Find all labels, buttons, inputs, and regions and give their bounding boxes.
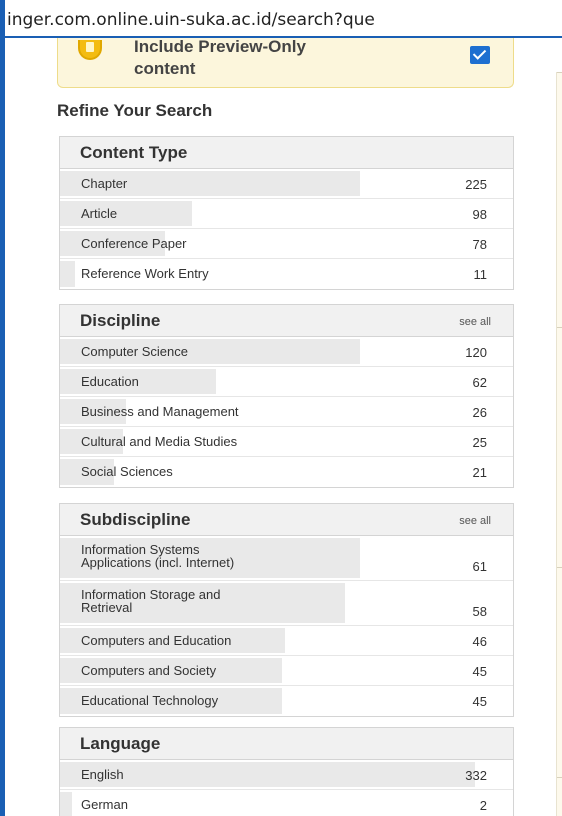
facet-item-german[interactable]: German 2 bbox=[60, 790, 513, 816]
preview-only-label: Include Preview-Only content bbox=[134, 37, 306, 78]
facet-item-label: Computers and Education bbox=[81, 633, 232, 648]
facet-header: Subdiscipline see all bbox=[60, 504, 513, 536]
facet-item-count: 45 bbox=[472, 694, 487, 709]
facet-title: Discipline bbox=[80, 311, 161, 330]
facet-item-label: Reference Work Entry bbox=[81, 266, 209, 281]
facet-item-label: Business and Management bbox=[81, 404, 239, 419]
facet-title: Content Type bbox=[80, 143, 188, 162]
preview-only-panel: Include Preview-Only content bbox=[57, 37, 514, 88]
facet-item-count: 61 bbox=[472, 559, 487, 574]
browser-frame-edge bbox=[0, 0, 5, 816]
facet-item-label: German bbox=[81, 797, 128, 812]
facet-item-count: 11 bbox=[473, 267, 488, 282]
facet-item-count: 62 bbox=[472, 375, 487, 390]
facet-item-computers-and-education[interactable]: Computers and Education 46 bbox=[60, 626, 513, 656]
facet-item-label: Information Systems Applications (incl. … bbox=[81, 542, 235, 570]
facet-language: Language English 332 German 2 bbox=[59, 727, 514, 816]
results-column-edge bbox=[556, 72, 562, 816]
facet-item-information-systems-applications[interactable]: Information Systems Applications (incl. … bbox=[60, 536, 513, 581]
facet-item-educational-technology[interactable]: Educational Technology 45 bbox=[60, 686, 513, 716]
facet-item-count: 45 bbox=[472, 664, 487, 679]
facet-item-count: 120 bbox=[465, 345, 487, 360]
facet-header: Language bbox=[60, 728, 513, 760]
facet-item-count: 78 bbox=[472, 237, 487, 252]
facet-header: Discipline see all bbox=[60, 305, 513, 337]
facet-item-social-sciences[interactable]: Social Sciences 21 bbox=[60, 457, 513, 487]
facet-item-label: Chapter bbox=[81, 176, 128, 191]
facet-discipline: Discipline see all Computer Science 120 … bbox=[59, 304, 514, 488]
facet-title: Language bbox=[80, 734, 161, 753]
facet-item-label: Article bbox=[81, 206, 118, 221]
facet-item-count: 26 bbox=[472, 405, 487, 420]
facet-item-count: 98 bbox=[472, 207, 487, 222]
facet-item-label: English bbox=[81, 767, 124, 782]
facet-item-computers-and-society[interactable]: Computers and Society 45 bbox=[60, 656, 513, 686]
facet-item-article[interactable]: Article 98 bbox=[60, 199, 513, 229]
facet-title: Subdiscipline bbox=[80, 510, 191, 529]
url-text: inger.com.online.uin-suka.ac.id/search?q… bbox=[7, 10, 375, 30]
facet-item-count: 46 bbox=[472, 634, 487, 649]
facet-item-reference-work-entry[interactable]: Reference Work Entry 11 bbox=[60, 259, 513, 289]
preview-only-checkbox[interactable] bbox=[470, 46, 490, 64]
facet-content-type: Content Type Chapter 225 Article 98 Conf… bbox=[59, 136, 514, 290]
lock-icon bbox=[78, 40, 102, 60]
count-bar bbox=[60, 261, 75, 287]
facet-item-label: Computer Science bbox=[81, 344, 188, 359]
facet-item-computer-science[interactable]: Computer Science 120 bbox=[60, 337, 513, 367]
address-bar[interactable]: inger.com.online.uin-suka.ac.id/search?q… bbox=[5, 0, 562, 38]
facet-item-count: 2 bbox=[479, 798, 487, 813]
facet-item-english[interactable]: English 332 bbox=[60, 760, 513, 790]
facet-item-count: 58 bbox=[472, 604, 487, 619]
facet-item-conference-paper[interactable]: Conference Paper 78 bbox=[60, 229, 513, 259]
facet-item-business-and-management[interactable]: Business and Management 26 bbox=[60, 397, 513, 427]
facet-subdiscipline: Subdiscipline see all Information System… bbox=[59, 503, 514, 717]
facet-item-count: 225 bbox=[465, 177, 487, 192]
facet-item-label: Cultural and Media Studies bbox=[81, 434, 238, 449]
refine-search-heading: Refine Your Search bbox=[57, 101, 213, 120]
facet-item-count: 332 bbox=[465, 768, 487, 783]
facet-item-label: Education bbox=[81, 374, 139, 389]
see-all-link[interactable]: see all bbox=[459, 515, 491, 527]
facet-item-chapter[interactable]: Chapter 225 bbox=[60, 169, 513, 199]
facet-item-information-storage-and-retrieval[interactable]: Information Storage and Retrieval 58 bbox=[60, 581, 513, 626]
see-all-link[interactable]: see all bbox=[459, 316, 491, 328]
facet-item-label: Educational Technology bbox=[81, 693, 219, 708]
facet-item-count: 25 bbox=[472, 435, 487, 450]
facet-item-label: Social Sciences bbox=[81, 464, 173, 479]
facet-item-count: 21 bbox=[472, 465, 487, 480]
facet-item-label: Information Storage and Retrieval bbox=[81, 587, 221, 615]
facet-header: Content Type bbox=[60, 137, 513, 169]
facet-item-education[interactable]: Education 62 bbox=[60, 367, 513, 397]
count-bar bbox=[60, 792, 72, 816]
facet-item-label: Computers and Society bbox=[81, 663, 217, 678]
facet-item-label: Conference Paper bbox=[81, 236, 187, 251]
facet-item-cultural-and-media-studies[interactable]: Cultural and Media Studies 25 bbox=[60, 427, 513, 457]
